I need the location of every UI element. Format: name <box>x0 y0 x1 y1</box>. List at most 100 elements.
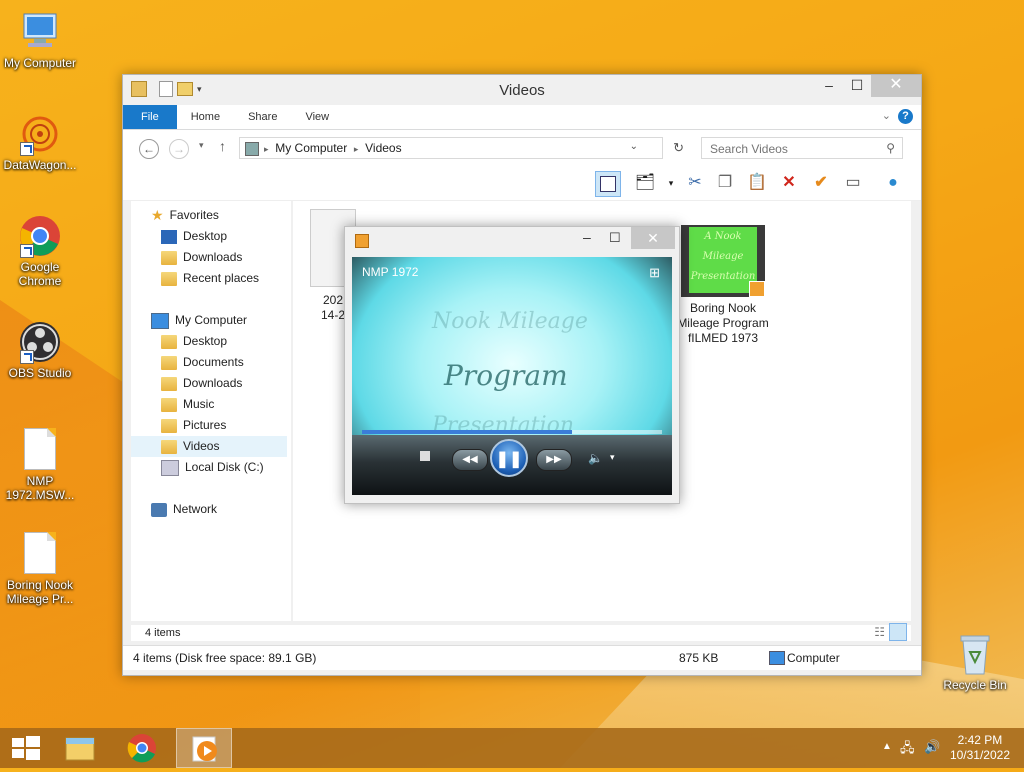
video-frame-text: Program <box>444 359 568 392</box>
downloads-folder-icon <box>161 250 177 265</box>
taskbar: ▲ 🖧 🔊 2:42 PM 10/31/2022 <box>0 728 1024 768</box>
cut-icon[interactable]: ✂ <box>683 171 707 195</box>
player-titlebar[interactable]: – ☐ ✕ <box>345 227 679 253</box>
volume-dropdown-icon[interactable]: ▾ <box>610 452 615 463</box>
stop-button[interactable] <box>420 451 430 461</box>
document-icon <box>18 428 62 472</box>
document-icon <box>18 532 62 576</box>
desktop-icon-recycle-bin[interactable]: Recycle Bin <box>935 632 1015 692</box>
video-area[interactable]: NMP 1972 ⊞ Nook Mileage Program Presenta… <box>352 257 672 495</box>
nav-favorites[interactable]: ★ Favorites <box>151 205 219 226</box>
paste-icon[interactable]: 📋 <box>745 171 769 195</box>
taskbar-media-player[interactable] <box>176 728 232 768</box>
nav-computer-music[interactable]: Music <box>161 394 214 415</box>
recent-places-icon <box>161 271 177 286</box>
nav-network[interactable]: Network <box>151 499 217 520</box>
fast-forward-button[interactable]: ▶▶ <box>536 449 572 471</box>
maximize-button[interactable]: ☐ <box>843 75 871 97</box>
tab-file[interactable]: File <box>123 105 177 129</box>
address-row: ← → ▾ ↑ ▸ My Computer ▸ Videos ⌄ ↻ ⚲ <box>123 130 921 166</box>
select-icon[interactable]: 🗂 <box>633 171 657 195</box>
nav-favorites-downloads[interactable]: Downloads <box>161 247 242 268</box>
windows-logo-icon <box>12 736 40 760</box>
nav-favorites-recent[interactable]: Recent places <box>161 268 259 289</box>
breadcrumb-videos[interactable]: Videos <box>365 141 401 155</box>
details-view-icon[interactable]: ☷ <box>874 625 885 639</box>
address-bar[interactable]: ▸ My Computer ▸ Videos ⌄ ↻ <box>239 137 684 159</box>
rewind-button[interactable]: ◀◀ <box>452 449 488 471</box>
pause-button[interactable]: ❚❚ <box>490 439 528 477</box>
clock-date: 10/31/2022 <box>949 748 1010 762</box>
desktop-icon-boring-nook-file[interactable]: Boring Nook Mileage Pr... <box>0 532 80 606</box>
switch-to-library-icon[interactable]: ⊞ <box>649 265 660 281</box>
copy-icon[interactable]: ❐ <box>713 171 737 195</box>
volume-icon[interactable]: 🔈 <box>588 451 603 465</box>
taskbar-chrome[interactable] <box>114 728 170 768</box>
desktop-icon-obs-studio[interactable]: OBS Studio <box>0 320 80 380</box>
tab-home[interactable]: Home <box>177 105 234 129</box>
file-item-boring-nook[interactable]: A Nook Mileage Presentation Boring Nook … <box>675 225 771 346</box>
nav-computer-desktop[interactable]: Desktop <box>161 331 227 352</box>
preview-pane-icon[interactable] <box>595 171 621 197</box>
search-input[interactable] <box>708 139 882 159</box>
back-button[interactable]: ← <box>139 139 159 159</box>
videos-folder-icon <box>161 439 177 454</box>
nav-computer-downloads[interactable]: Downloads <box>161 373 242 394</box>
seek-bar[interactable] <box>362 430 662 434</box>
desktop-icon-label: Google Chrome <box>18 260 62 288</box>
expand-ribbon-icon[interactable]: ⌄ <box>882 109 891 122</box>
start-button[interactable] <box>0 728 56 768</box>
tab-view[interactable]: View <box>291 105 343 129</box>
up-button[interactable]: ↑ <box>219 138 226 154</box>
datawagon-icon <box>18 112 62 156</box>
desktop-icon-datawagon[interactable]: DataWagon... <box>0 112 80 172</box>
media-player-badge-icon <box>749 281 765 297</box>
nav-favorites-desktop[interactable]: Desktop <box>161 226 227 247</box>
nav-computer-pictures[interactable]: Pictures <box>161 415 226 436</box>
video-title: NMP 1972 <box>362 265 419 279</box>
large-icons-view-icon[interactable] <box>889 623 907 641</box>
chrome-icon <box>18 214 62 258</box>
network-tray-icon[interactable]: 🖧 <box>900 739 915 761</box>
obs-icon <box>18 320 62 364</box>
breadcrumb-my-computer[interactable]: My Computer <box>275 141 347 155</box>
clock[interactable]: 2:42 PM 10/31/2022 <box>950 733 1010 763</box>
player-close-button[interactable]: ✕ <box>631 227 675 249</box>
rename-icon[interactable]: ✔ <box>809 171 833 195</box>
pictures-folder-icon <box>161 418 177 433</box>
recent-locations-icon[interactable]: ▾ <box>199 140 204 151</box>
help-icon[interactable]: ? <box>898 109 913 124</box>
toolbar-dropdown-icon[interactable]: ▾ <box>659 171 683 195</box>
desktop-icon-label: OBS Studio <box>8 366 72 380</box>
volume-tray-icon[interactable]: 🔊 <box>924 739 940 755</box>
video-thumbnail: A Nook Mileage Presentation <box>681 225 765 297</box>
taskbar-file-explorer[interactable] <box>52 728 108 768</box>
show-hidden-icons[interactable]: ▲ <box>882 741 892 752</box>
forward-button[interactable]: → <box>169 139 189 159</box>
player-maximize-button[interactable]: ☐ <box>609 230 621 246</box>
desktop-icon-google-chrome[interactable]: Google Chrome <box>0 214 80 288</box>
star-icon: ★ <box>151 207 164 223</box>
address-dropdown-icon[interactable]: ⌄ <box>630 141 638 152</box>
search-box[interactable]: ⚲ <box>701 137 903 159</box>
refresh-icon[interactable]: ↻ <box>673 140 684 156</box>
desktop-icon-my-computer[interactable]: My Computer <box>0 10 80 70</box>
nav-computer-videos[interactable]: Videos <box>131 436 287 457</box>
player-minimize-button[interactable]: – <box>583 229 591 245</box>
network-globe-icon[interactable]: ● <box>881 171 905 195</box>
delete-icon[interactable]: ✕ <box>777 171 801 195</box>
network-icon <box>151 502 167 517</box>
status-location: Computer <box>787 651 840 665</box>
desktop-folder-icon <box>161 334 177 349</box>
desktop-icon-nmp-file[interactable]: NMP 1972.MSW... <box>0 428 80 502</box>
minimize-button[interactable]: – <box>815 75 843 97</box>
nav-computer-documents[interactable]: Documents <box>161 352 244 373</box>
close-button[interactable]: ✕ <box>871 75 921 97</box>
explorer-titlebar[interactable]: ▾ Videos – ☐ ✕ <box>123 75 921 105</box>
nav-my-computer[interactable]: My Computer <box>151 310 247 331</box>
nav-computer-local-disk[interactable]: Local Disk (C:) <box>161 457 264 478</box>
tab-share[interactable]: Share <box>234 105 291 129</box>
item-count-line: 4 items ☷ <box>131 623 911 641</box>
properties-toolbar-icon[interactable]: ▭ <box>841 171 865 195</box>
desktop-icon-label: Boring Nook Mileage Pr... <box>6 578 74 606</box>
